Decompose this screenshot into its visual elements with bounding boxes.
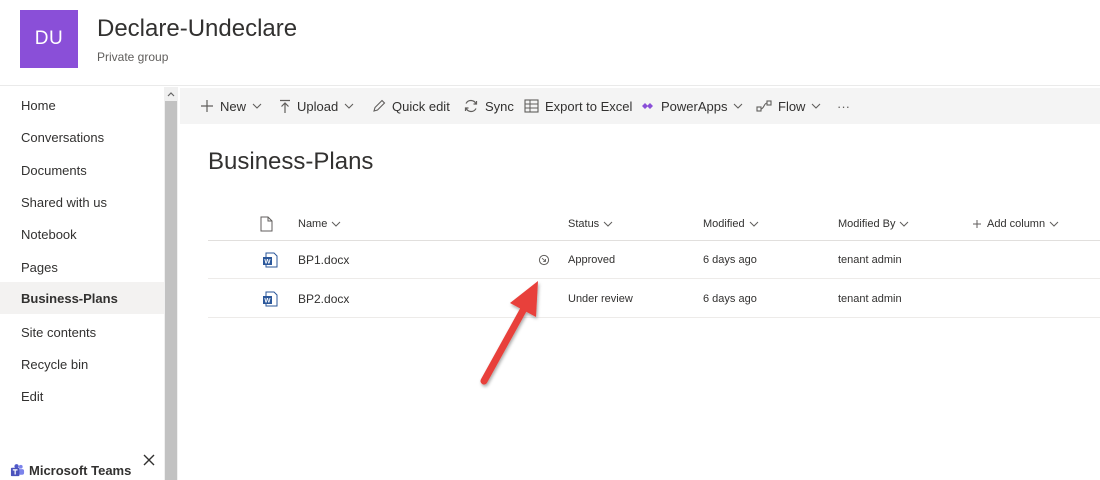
column-header-status[interactable]: Status: [568, 207, 613, 241]
add-column-button[interactable]: Add column: [972, 207, 1059, 241]
quick-edit-label: Quick edit: [392, 98, 450, 114]
teams-icon: [10, 464, 25, 477]
modified-cell: 6 days ago: [703, 293, 757, 305]
new-label: New: [220, 98, 247, 114]
nav-item-documents[interactable]: Documents: [0, 154, 164, 186]
document-icon: [260, 216, 273, 232]
nav-item-label: Shared with us: [21, 194, 107, 210]
nav-item-label: Edit: [21, 388, 44, 404]
powerapps-button[interactable]: PowerApps: [641, 88, 743, 124]
pencil-icon: [373, 99, 386, 112]
column-header-label: Modified: [703, 218, 745, 230]
plus-icon: [201, 100, 213, 112]
more-actions-button[interactable]: ···: [837, 88, 850, 124]
nav-item-label: Documents: [21, 162, 87, 178]
status-cell: Under review: [568, 293, 633, 305]
site-logo[interactable]: DU: [20, 10, 78, 68]
chevron-down-icon: [331, 221, 341, 227]
scrollbar-thumb[interactable]: [165, 101, 177, 480]
file-type-column-header[interactable]: [260, 207, 273, 241]
modified-cell: 6 days ago: [703, 254, 757, 266]
export-to-excel-button[interactable]: Export to Excel: [524, 88, 632, 124]
nav-item-label: Home: [21, 97, 56, 113]
nav-item-edit[interactable]: Edit: [0, 380, 164, 412]
table-row[interactable]: W BP2.docx Under review 6 days ago tenan…: [208, 280, 1100, 318]
quick-edit-button[interactable]: Quick edit: [372, 88, 450, 124]
nav-item-label: Site contents: [21, 324, 97, 340]
column-header-modified-by[interactable]: Modified By: [838, 207, 909, 241]
nav-item-business-plans[interactable]: Business-Plans: [0, 282, 164, 314]
chevron-down-icon: [812, 103, 821, 109]
nav-item-label: Notebook: [21, 226, 77, 242]
word-document-icon: W: [263, 252, 278, 268]
column-header-label: Name: [298, 218, 328, 230]
sync-button[interactable]: Sync: [463, 88, 514, 124]
list-header-row: Name Status Modified Modified By Add col…: [208, 207, 1100, 241]
left-navigation: Home Conversations Documents Shared with…: [0, 87, 164, 480]
annotation-arrow: [480, 281, 538, 385]
powerapps-label: PowerApps: [661, 98, 728, 114]
column-header-label: Modified By: [838, 218, 896, 230]
chevron-down-icon: [252, 103, 262, 109]
command-bar: New Upload Quick edit Sync Export to Exc…: [180, 88, 1100, 124]
upload-icon: [280, 99, 290, 113]
nav-item-notebook[interactable]: Notebook: [0, 218, 164, 250]
plus-icon: [973, 220, 981, 228]
nav-item-home[interactable]: Home: [0, 89, 164, 121]
file-name-link[interactable]: BP2.docx: [298, 280, 349, 318]
chevron-down-icon: [900, 221, 909, 227]
nav-scrollbar[interactable]: [164, 87, 178, 480]
site-title[interactable]: Declare-Undeclare: [97, 15, 297, 43]
upload-label: Upload: [297, 98, 339, 114]
record-status-icon[interactable]: [538, 254, 550, 266]
nav-item-label: Conversations: [21, 129, 105, 145]
site-privacy-label: Private group: [97, 50, 169, 64]
column-header-name[interactable]: Name: [298, 207, 341, 241]
nav-item-label: Recycle bin: [21, 356, 89, 372]
sync-label: Sync: [485, 98, 514, 114]
flow-label: Flow: [778, 98, 806, 114]
chevron-down-icon: [749, 221, 758, 227]
add-column-label: Add column: [987, 218, 1046, 230]
modified-by-cell[interactable]: tenant admin: [838, 241, 902, 279]
nav-item-conversations[interactable]: Conversations: [0, 121, 164, 153]
word-document-icon: W: [263, 291, 278, 307]
table-row[interactable]: W BP1.docx Approved 6 days ago tenant ad…: [208, 241, 1100, 279]
column-header-modified[interactable]: Modified: [703, 207, 759, 241]
teams-label: Microsoft Teams: [29, 463, 132, 478]
chevron-down-icon: [344, 103, 354, 109]
chevron-down-icon: [1049, 221, 1059, 227]
nav-item-pages[interactable]: Pages: [0, 251, 164, 283]
more-ellipsis-icon: ···: [837, 98, 850, 114]
page-title: Business-Plans: [208, 148, 374, 175]
nav-item-shared-with-us[interactable]: Shared with us: [0, 186, 164, 218]
powerapps-icon: [642, 103, 653, 109]
file-name-link[interactable]: BP1.docx: [298, 241, 349, 279]
microsoft-teams-bar[interactable]: Microsoft Teams: [0, 454, 164, 480]
scroll-up-arrow-icon[interactable]: [164, 87, 178, 101]
nav-item-site-contents[interactable]: Site contents: [0, 316, 164, 348]
svg-text:W: W: [264, 298, 271, 305]
status-cell: Approved: [568, 254, 616, 266]
flow-icon: [756, 100, 772, 112]
svg-text:W: W: [264, 259, 271, 266]
export-label: Export to Excel: [545, 98, 633, 114]
column-header-label: Status: [568, 218, 600, 230]
nav-item-label: Business-Plans: [21, 290, 118, 306]
upload-button[interactable]: Upload: [279, 88, 354, 124]
site-header: DU Declare-Undeclare Private group: [0, 0, 1100, 86]
excel-grid-icon: [524, 99, 539, 113]
nav-item-recycle-bin[interactable]: Recycle bin: [0, 348, 164, 380]
flow-button[interactable]: Flow: [756, 88, 821, 124]
chevron-down-icon: [734, 103, 743, 109]
close-icon[interactable]: [142, 453, 156, 467]
modified-by-cell[interactable]: tenant admin: [838, 280, 902, 318]
sync-icon: [464, 99, 478, 113]
chevron-down-icon: [603, 221, 613, 227]
nav-item-label: Pages: [21, 259, 58, 275]
new-button[interactable]: New: [200, 88, 262, 124]
